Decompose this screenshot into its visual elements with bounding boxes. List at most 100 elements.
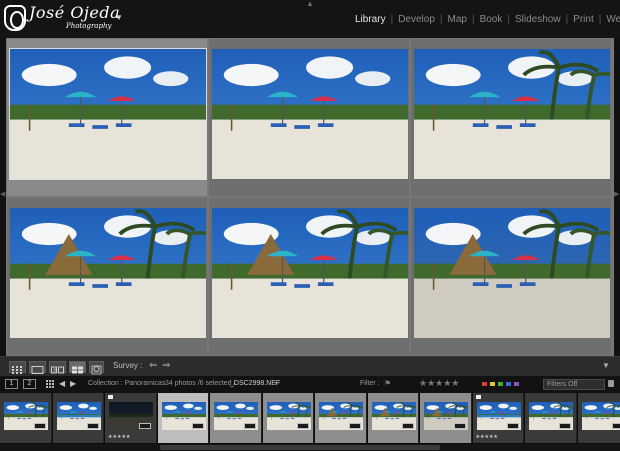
compare-view-icon[interactable]: X xyxy=(49,361,66,374)
grid-cell[interactable] xyxy=(7,39,207,196)
color-label-filter[interactable] xyxy=(506,382,511,386)
identity-subtitle: Photography xyxy=(66,22,112,30)
survey-view-icon[interactable] xyxy=(69,361,86,374)
filmstrip-frame[interactable]: ★★★★★ xyxy=(472,393,524,443)
filmstrip-frame[interactable] xyxy=(157,393,209,443)
photo-thumbnail[interactable] xyxy=(414,208,610,338)
filmstrip-thumbnail[interactable] xyxy=(266,402,311,430)
badge-icon xyxy=(244,423,256,429)
lightroom-window: ▲ José Ojeda Photography ▼ Library | Devel… xyxy=(0,0,620,451)
photo-thumbnail[interactable] xyxy=(212,208,408,338)
filmstrip-thumbnail[interactable] xyxy=(161,402,206,430)
grid-cell[interactable] xyxy=(411,39,611,196)
badge-icon xyxy=(86,423,99,429)
module-print[interactable]: Print xyxy=(568,14,599,25)
module-develop[interactable]: Develop xyxy=(393,14,440,25)
back-icon[interactable]: ◀ xyxy=(59,379,65,388)
color-label-filter[interactable] xyxy=(482,382,487,386)
collapse-top-panel-icon[interactable]: ▲ xyxy=(306,0,314,8)
module-web[interactable]: Web xyxy=(601,14,620,25)
color-label-filter[interactable] xyxy=(498,382,503,386)
people-view-icon[interactable] xyxy=(89,361,104,375)
grid-cell[interactable] xyxy=(7,198,207,355)
toolbar-content-menu-icon[interactable]: ▼ xyxy=(602,361,610,370)
pick-flag-icon xyxy=(108,395,113,399)
current-filename[interactable]: _DSC2998.NEF xyxy=(230,380,280,387)
expand-right-panel-icon[interactable]: ▶ xyxy=(614,190,619,198)
primary-window-button[interactable]: 1 xyxy=(5,379,18,389)
module-library[interactable]: Library xyxy=(350,14,391,25)
grid-cell[interactable] xyxy=(209,39,409,196)
badge-icon xyxy=(296,423,309,429)
expand-left-panel-icon[interactable]: ◀ xyxy=(0,190,5,198)
badge-icon xyxy=(139,423,151,429)
rating-filter[interactable]: ★★★★★ xyxy=(419,378,459,389)
badge-icon xyxy=(349,423,361,429)
filmstrip-header: 1 2 ◀ ▶ Collection : Panoramicas 34 phot… xyxy=(0,376,620,393)
filmstrip-frame[interactable] xyxy=(367,393,419,443)
library-grid xyxy=(6,38,614,356)
filmstrip-frame[interactable] xyxy=(262,393,314,443)
frame-rating: ★★★★★ xyxy=(475,434,498,440)
filter-label: Filter : xyxy=(360,380,380,387)
identity-name: José Ojeda xyxy=(29,3,121,22)
filmstrip-thumbnail[interactable] xyxy=(319,402,363,430)
filmstrip-thumbnail[interactable] xyxy=(56,402,101,430)
filmstrip: ★★★★★ ★★★★★ xyxy=(0,393,620,451)
photo-thumbnail[interactable] xyxy=(10,208,206,338)
forward-icon[interactable]: ▶ xyxy=(70,379,76,388)
filmstrip-thumbnail[interactable] xyxy=(529,402,573,430)
filter-preset-value: Filters Off xyxy=(547,381,578,388)
filter-preset-dropdown[interactable]: Filters Off xyxy=(543,379,605,390)
filmstrip-thumbnail[interactable] xyxy=(109,402,153,430)
color-label-filter[interactable] xyxy=(490,382,495,386)
filmstrip-thumbnail[interactable] xyxy=(581,402,620,430)
filmstrip-frame[interactable] xyxy=(315,393,367,443)
filmstrip-frame[interactable] xyxy=(577,393,620,443)
grid-view-icon[interactable] xyxy=(9,361,26,374)
flag-filter-icon[interactable]: ⚑ xyxy=(384,379,391,388)
filter-lock-icon[interactable] xyxy=(608,380,614,387)
filmstrip-frame[interactable] xyxy=(420,393,472,443)
survey-next-icon[interactable]: ⇒ xyxy=(162,360,170,371)
secondary-window-button[interactable]: 2 xyxy=(23,379,36,389)
module-slideshow[interactable]: Slideshow xyxy=(510,14,566,25)
filmstrip-scroll-thumb[interactable] xyxy=(160,445,440,450)
filmstrip-thumbnail[interactable] xyxy=(4,402,48,430)
filmstrip-thumbnail[interactable] xyxy=(476,402,521,430)
survey-label: Survey : xyxy=(113,361,143,370)
filmstrip-frame[interactable]: ★★★★★ xyxy=(105,393,157,443)
filename-menu-icon[interactable]: ▼ xyxy=(274,381,279,387)
color-label-filter[interactable] xyxy=(514,382,519,386)
filmstrip-frame[interactable] xyxy=(0,393,52,443)
badge-icon xyxy=(611,423,620,429)
module-map[interactable]: Map xyxy=(443,14,472,25)
photo-count: 34 photos /6 selected / xyxy=(165,380,236,387)
filmstrip-thumbnail[interactable] xyxy=(371,402,416,430)
grid-view-small-icon[interactable] xyxy=(46,380,55,389)
badge-icon xyxy=(506,423,519,429)
badge-icon xyxy=(401,423,414,429)
badge-icon xyxy=(559,423,571,429)
collection-source[interactable]: Collection : Panoramicas xyxy=(88,380,165,387)
photo-thumbnail[interactable] xyxy=(414,49,610,179)
identity-plate: José Ojeda Photography xyxy=(4,3,122,35)
logo-mark-icon xyxy=(4,5,26,31)
frame-rating: ★★★★★ xyxy=(108,434,131,440)
filmstrip-thumbnail[interactable] xyxy=(424,402,468,430)
grid-cell[interactable] xyxy=(411,198,611,355)
module-book[interactable]: Book xyxy=(475,14,508,25)
identity-menu-icon[interactable]: ▼ xyxy=(115,13,123,22)
photo-thumbnail[interactable] xyxy=(9,48,207,180)
survey-previous-icon[interactable]: ⇐ xyxy=(149,360,157,371)
badge-icon xyxy=(191,423,204,429)
filmstrip-scrollbar[interactable] xyxy=(0,444,620,451)
filmstrip-thumbnail[interactable] xyxy=(214,402,258,430)
photo-thumbnail[interactable] xyxy=(212,49,408,179)
filmstrip-frame[interactable] xyxy=(210,393,262,443)
filmstrip-frame[interactable] xyxy=(525,393,577,443)
badge-icon xyxy=(454,423,466,429)
filmstrip-frame[interactable] xyxy=(52,393,104,443)
grid-cell[interactable] xyxy=(209,198,409,355)
loupe-view-icon[interactable] xyxy=(29,361,46,374)
